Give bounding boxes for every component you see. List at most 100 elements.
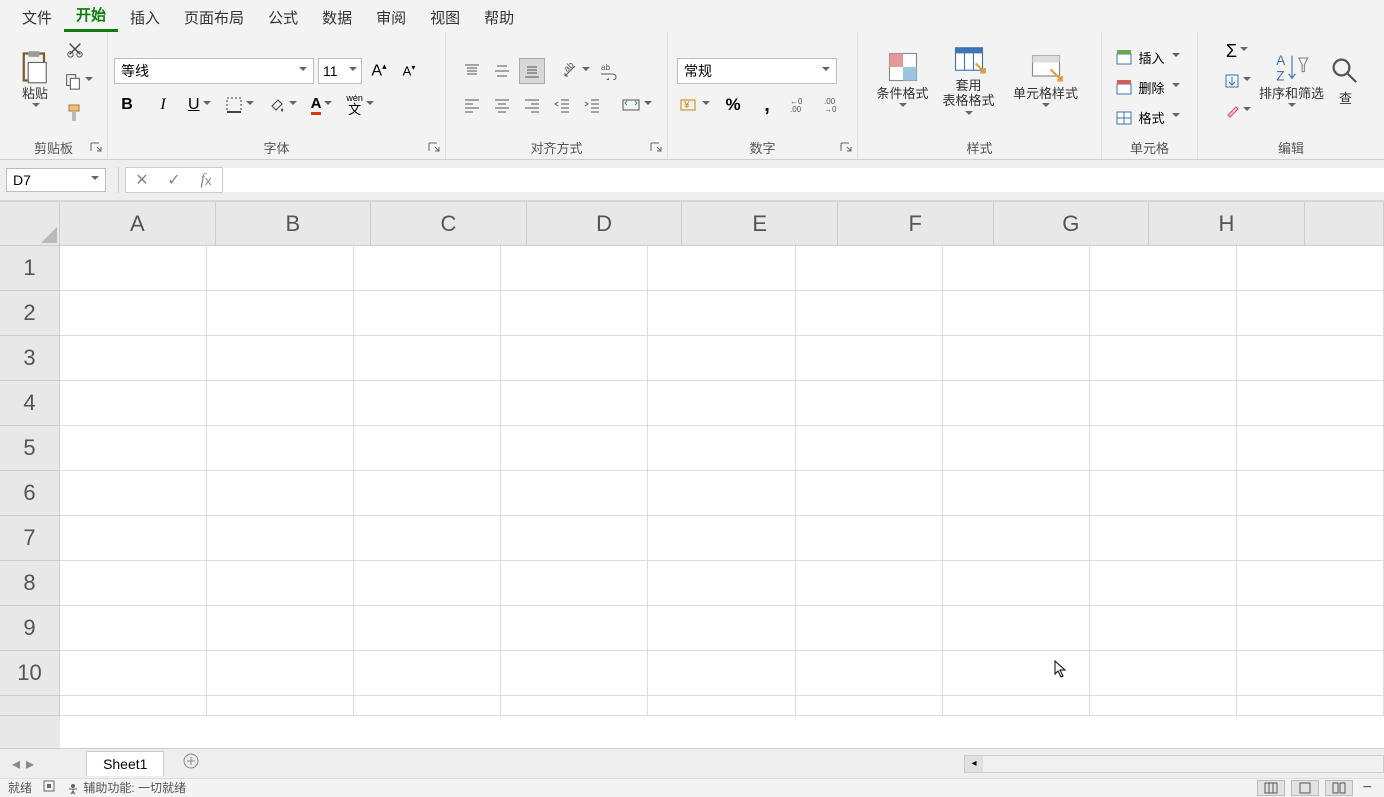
page-layout-view-button[interactable] [1291, 780, 1319, 796]
phonetic-guide-button[interactable]: wén文 [344, 92, 376, 118]
horizontal-scrollbar[interactable]: ◂ [964, 755, 1384, 773]
wrap-text-button[interactable]: ab [596, 58, 622, 84]
number-format-select[interactable]: 常规 [677, 58, 837, 84]
macro-record-icon[interactable] [42, 779, 56, 796]
align-right-button[interactable] [519, 92, 545, 118]
name-box[interactable]: D7 [6, 168, 106, 192]
row-header[interactable]: 10 [0, 651, 60, 696]
tab-page-layout[interactable]: 页面布局 [172, 1, 256, 32]
column-header[interactable]: D [527, 202, 683, 246]
row-header[interactable]: 1 [0, 246, 60, 291]
autosum-button[interactable]: Σ [1222, 38, 1253, 64]
clear-button[interactable] [1222, 98, 1253, 124]
format-painter-button[interactable] [62, 100, 88, 126]
italic-button[interactable]: I [150, 92, 176, 118]
normal-view-button[interactable] [1257, 780, 1285, 796]
dialog-launcher-icon[interactable] [839, 141, 853, 155]
fill-color-button[interactable] [266, 92, 299, 118]
column-header[interactable]: G [994, 202, 1150, 246]
orientation-button[interactable]: ab [559, 58, 592, 84]
font-name-select[interactable]: 等线 [114, 58, 314, 84]
font-size-select[interactable]: 11 [318, 58, 362, 84]
add-sheet-button[interactable] [182, 752, 200, 775]
conditional-format-button[interactable]: 条件格式 [876, 36, 930, 124]
sheet-prev-button[interactable]: ◂ [12, 754, 20, 774]
row-header[interactable]: 3 [0, 336, 60, 381]
comma-button[interactable]: , [754, 92, 780, 118]
sheet-tab[interactable]: Sheet1 [86, 751, 164, 776]
sort-filter-button[interactable]: AZ 排序和筛选 [1257, 36, 1327, 124]
decrease-decimal-button[interactable]: .00→0 [822, 92, 848, 118]
border-button[interactable] [223, 92, 256, 118]
align-middle-button[interactable] [489, 58, 515, 84]
row-header[interactable]: 6 [0, 471, 60, 516]
increase-font-button[interactable]: A▴ [366, 58, 392, 84]
row-header[interactable]: 7 [0, 516, 60, 561]
decrease-font-button[interactable]: A▾ [396, 58, 422, 84]
column-header[interactable] [1305, 202, 1384, 246]
row-header[interactable] [0, 696, 60, 716]
underline-button[interactable]: U [186, 92, 213, 118]
tab-view[interactable]: 视图 [418, 1, 472, 32]
paste-button[interactable]: 粘贴 [12, 36, 58, 124]
accessibility-status[interactable]: 辅助功能: 一切就绪 [66, 779, 186, 796]
increase-decimal-button[interactable]: ←0.00 [788, 92, 814, 118]
tab-review[interactable]: 审阅 [364, 1, 418, 32]
fill-button[interactable] [1222, 68, 1253, 94]
row-header[interactable]: 5 [0, 426, 60, 471]
insert-function-button[interactable]: fx [194, 168, 218, 192]
align-left-button[interactable] [459, 92, 485, 118]
align-center-button[interactable] [489, 92, 515, 118]
dropdown-caret-icon [203, 101, 211, 109]
row-header[interactable]: 4 [0, 381, 60, 426]
align-bottom-button[interactable] [519, 58, 545, 84]
enter-formula-button[interactable]: ✓ [162, 168, 186, 192]
delete-cells-button[interactable]: 删除 [1115, 74, 1185, 100]
svg-text:A: A [1276, 52, 1285, 67]
align-top-button[interactable] [459, 58, 485, 84]
tab-insert[interactable]: 插入 [118, 1, 172, 32]
scroll-left-button[interactable]: ◂ [965, 756, 983, 772]
column-header[interactable]: C [371, 202, 527, 246]
find-select-button[interactable]: 查 [1331, 36, 1361, 124]
group-font: 等线 11 A▴ A▾ B I U [108, 32, 446, 159]
font-color-button[interactable]: A [309, 92, 335, 118]
format-cells-button[interactable]: 格式 [1115, 104, 1185, 130]
merge-cells-button[interactable] [619, 92, 654, 118]
group-label: 对齐方式 [452, 138, 661, 157]
tab-home[interactable]: 开始 [64, 0, 118, 32]
format-as-table-button[interactable]: 套用表格格式 [934, 36, 1004, 124]
column-header[interactable]: H [1149, 202, 1305, 246]
tab-data[interactable]: 数据 [310, 1, 364, 32]
column-header[interactable]: A [60, 202, 216, 246]
copy-button[interactable] [62, 68, 95, 94]
percent-button[interactable]: % [720, 92, 746, 118]
tab-file[interactable]: 文件 [10, 1, 64, 32]
row-header[interactable]: 2 [0, 291, 60, 336]
insert-cells-button[interactable]: 插入 [1115, 44, 1185, 70]
formula-input[interactable] [223, 168, 1384, 192]
accounting-format-button[interactable]: ¥ [677, 92, 712, 118]
decrease-indent-button[interactable] [549, 92, 575, 118]
select-all-corner[interactable] [0, 202, 60, 246]
bold-button[interactable]: B [114, 92, 140, 118]
dialog-launcher-icon[interactable] [427, 141, 441, 155]
sheet-next-button[interactable]: ▸ [26, 754, 34, 774]
cell-styles-button[interactable]: 单元格样式 [1008, 36, 1084, 124]
page-break-view-button[interactable] [1325, 780, 1353, 796]
zoom-out-button[interactable]: − [1359, 779, 1376, 797]
font-name-value: 等线 [121, 61, 149, 81]
dialog-launcher-icon[interactable] [649, 141, 663, 155]
cancel-formula-button[interactable]: ✕ [130, 168, 154, 192]
tab-formulas[interactable]: 公式 [256, 1, 310, 32]
increase-indent-button[interactable] [579, 92, 605, 118]
tab-help[interactable]: 帮助 [472, 1, 526, 32]
row-header[interactable]: 9 [0, 606, 60, 651]
column-header[interactable]: F [838, 202, 994, 246]
column-header[interactable]: B [216, 202, 372, 246]
row-header[interactable]: 8 [0, 561, 60, 606]
cut-button[interactable] [62, 36, 88, 62]
dialog-launcher-icon[interactable] [89, 141, 103, 155]
cells-area[interactable] [60, 246, 1384, 748]
column-header[interactable]: E [682, 202, 838, 246]
